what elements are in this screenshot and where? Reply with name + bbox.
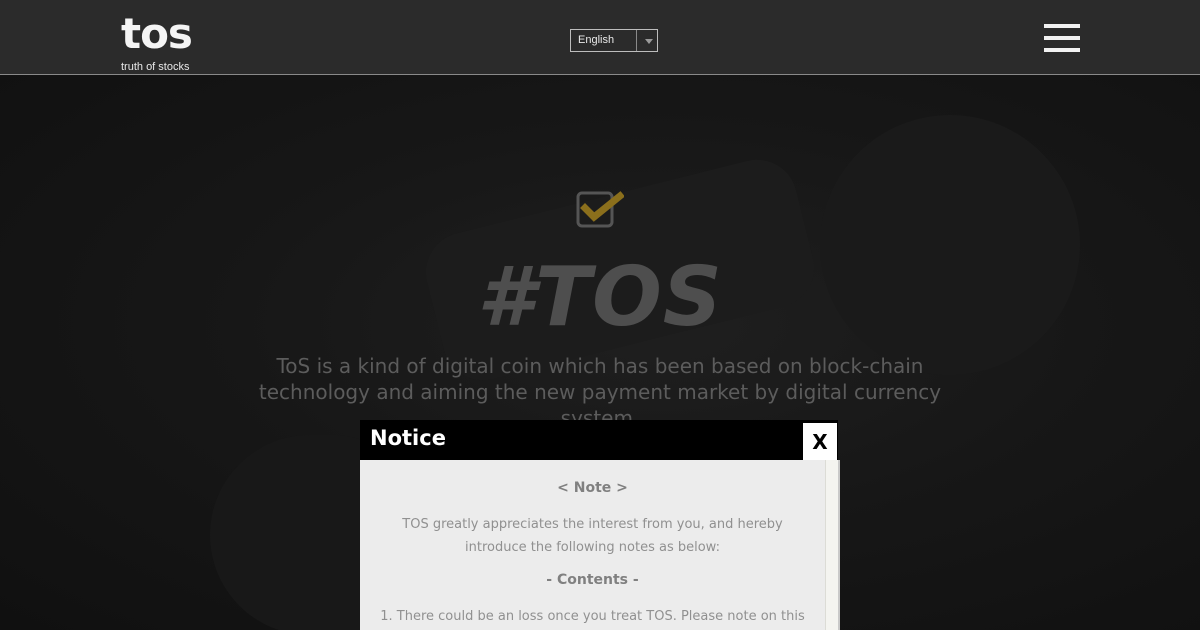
chevron-down-icon	[645, 39, 653, 44]
modal-header: Notice X	[360, 420, 838, 460]
hamburger-menu-icon[interactable]	[1044, 24, 1080, 54]
modal-scrollbar[interactable]	[825, 460, 839, 630]
close-button[interactable]: X	[803, 423, 837, 460]
menu-bar	[1044, 24, 1080, 28]
contents-heading: - Contents -	[546, 572, 639, 588]
modal-title: Notice	[370, 426, 446, 450]
logo-tagline: truth of stocks	[121, 61, 190, 73]
site-header: tos truth of stocks English	[0, 0, 1200, 75]
language-select-divider	[636, 30, 637, 51]
logo-wordmark: tos	[121, 9, 193, 58]
checkbox-checked-icon	[576, 191, 624, 228]
list-item: 1. There could be an loss once you treat…	[380, 609, 805, 624]
note-heading: < Note >	[557, 480, 628, 496]
modal-edge	[838, 460, 840, 630]
notice-modal: Notice X < Note > TOS greatly appreciate…	[360, 420, 840, 630]
logo[interactable]: tos truth of stocks	[121, 10, 201, 74]
menu-bar	[1044, 48, 1080, 52]
hero-title: #TOS	[477, 250, 723, 345]
language-select-value: English	[578, 34, 615, 46]
note-intro: TOS greatly appreciates the interest fro…	[402, 517, 783, 555]
menu-bar	[1044, 36, 1080, 40]
modal-body[interactable]: < Note > TOS greatly appreciates the int…	[360, 460, 825, 630]
language-select[interactable]: English	[570, 29, 658, 52]
